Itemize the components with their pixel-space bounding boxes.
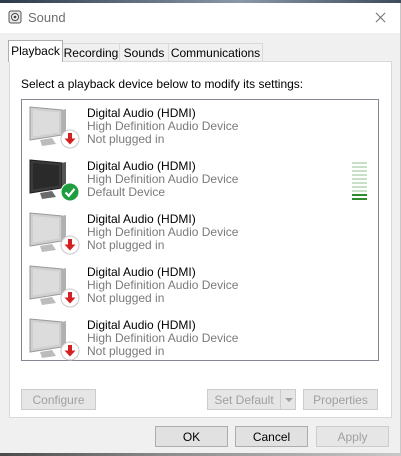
green-check-icon — [60, 182, 80, 202]
list-item[interactable]: Digital Audio (HDMI) High Definition Aud… — [22, 102, 378, 155]
device-list: Digital Audio (HDMI) High Definition Aud… — [21, 99, 379, 361]
device-name: Digital Audio (HDMI) — [87, 106, 196, 120]
device-name: Digital Audio (HDMI) — [87, 318, 196, 332]
device-description: High Definition Audio Device — [87, 172, 239, 186]
sound-dialog: Sound Playback Recording Sounds Communic… — [0, 3, 401, 453]
ok-button[interactable]: OK — [155, 426, 228, 447]
meter-segment — [352, 182, 367, 184]
meter-segment — [352, 166, 367, 168]
device-status: Not plugged in — [87, 344, 165, 358]
device-description: High Definition Audio Device — [87, 225, 239, 239]
device-name: Digital Audio (HDMI) — [87, 265, 196, 279]
apply-button[interactable]: Apply — [316, 426, 389, 447]
tab-recording[interactable]: Recording — [62, 43, 120, 62]
speaker-icon — [8, 10, 22, 24]
list-item[interactable]: Digital Audio (HDMI) High Definition Aud… — [22, 155, 378, 208]
list-item[interactable]: Digital Audio (HDMI) High Definition Aud… — [22, 208, 378, 261]
device-name: Digital Audio (HDMI) — [87, 159, 196, 173]
red-down-arrow-icon — [60, 341, 80, 361]
meter-segment — [352, 194, 367, 196]
window-title: Sound — [28, 10, 66, 25]
tab-sounds[interactable]: Sounds — [119, 43, 169, 62]
meter-segment — [352, 174, 367, 176]
instruction-text: Select a playback device below to modify… — [21, 77, 304, 91]
volume-level-meter — [352, 162, 367, 202]
device-status: Default Device — [87, 185, 166, 199]
tab-playback[interactable]: Playback — [8, 40, 63, 62]
device-name: Digital Audio (HDMI) — [87, 212, 196, 226]
title-bar: Sound — [0, 3, 400, 33]
device-status: Not plugged in — [87, 291, 165, 305]
tab-communications[interactable]: Communications — [168, 43, 263, 62]
list-item[interactable]: Digital Audio (HDMI) High Definition Aud… — [22, 314, 378, 367]
properties-button[interactable]: Properties — [303, 389, 378, 410]
device-status: Not plugged in — [87, 132, 165, 146]
meter-segment — [352, 190, 367, 192]
close-icon[interactable] — [366, 5, 394, 31]
meter-segment — [352, 162, 367, 164]
configure-button[interactable]: Configure — [21, 389, 96, 410]
meter-segment — [352, 198, 367, 200]
device-status: Not plugged in — [87, 238, 165, 252]
playback-panel: Select a playback device below to modify… — [9, 61, 392, 418]
meter-segment — [352, 186, 367, 188]
red-down-arrow-icon — [60, 129, 80, 149]
chevron-down-icon[interactable] — [280, 389, 296, 410]
red-down-arrow-icon — [60, 288, 80, 308]
device-description: High Definition Audio Device — [87, 119, 239, 133]
cancel-button[interactable]: Cancel — [235, 426, 308, 447]
red-down-arrow-icon — [60, 235, 80, 255]
meter-segment — [352, 170, 367, 172]
meter-segment — [352, 178, 367, 180]
set-default-button[interactable]: Set Default — [207, 389, 281, 410]
device-description: High Definition Audio Device — [87, 331, 239, 345]
list-item[interactable]: Digital Audio (HDMI) High Definition Aud… — [22, 261, 378, 314]
device-description: High Definition Audio Device — [87, 278, 239, 292]
